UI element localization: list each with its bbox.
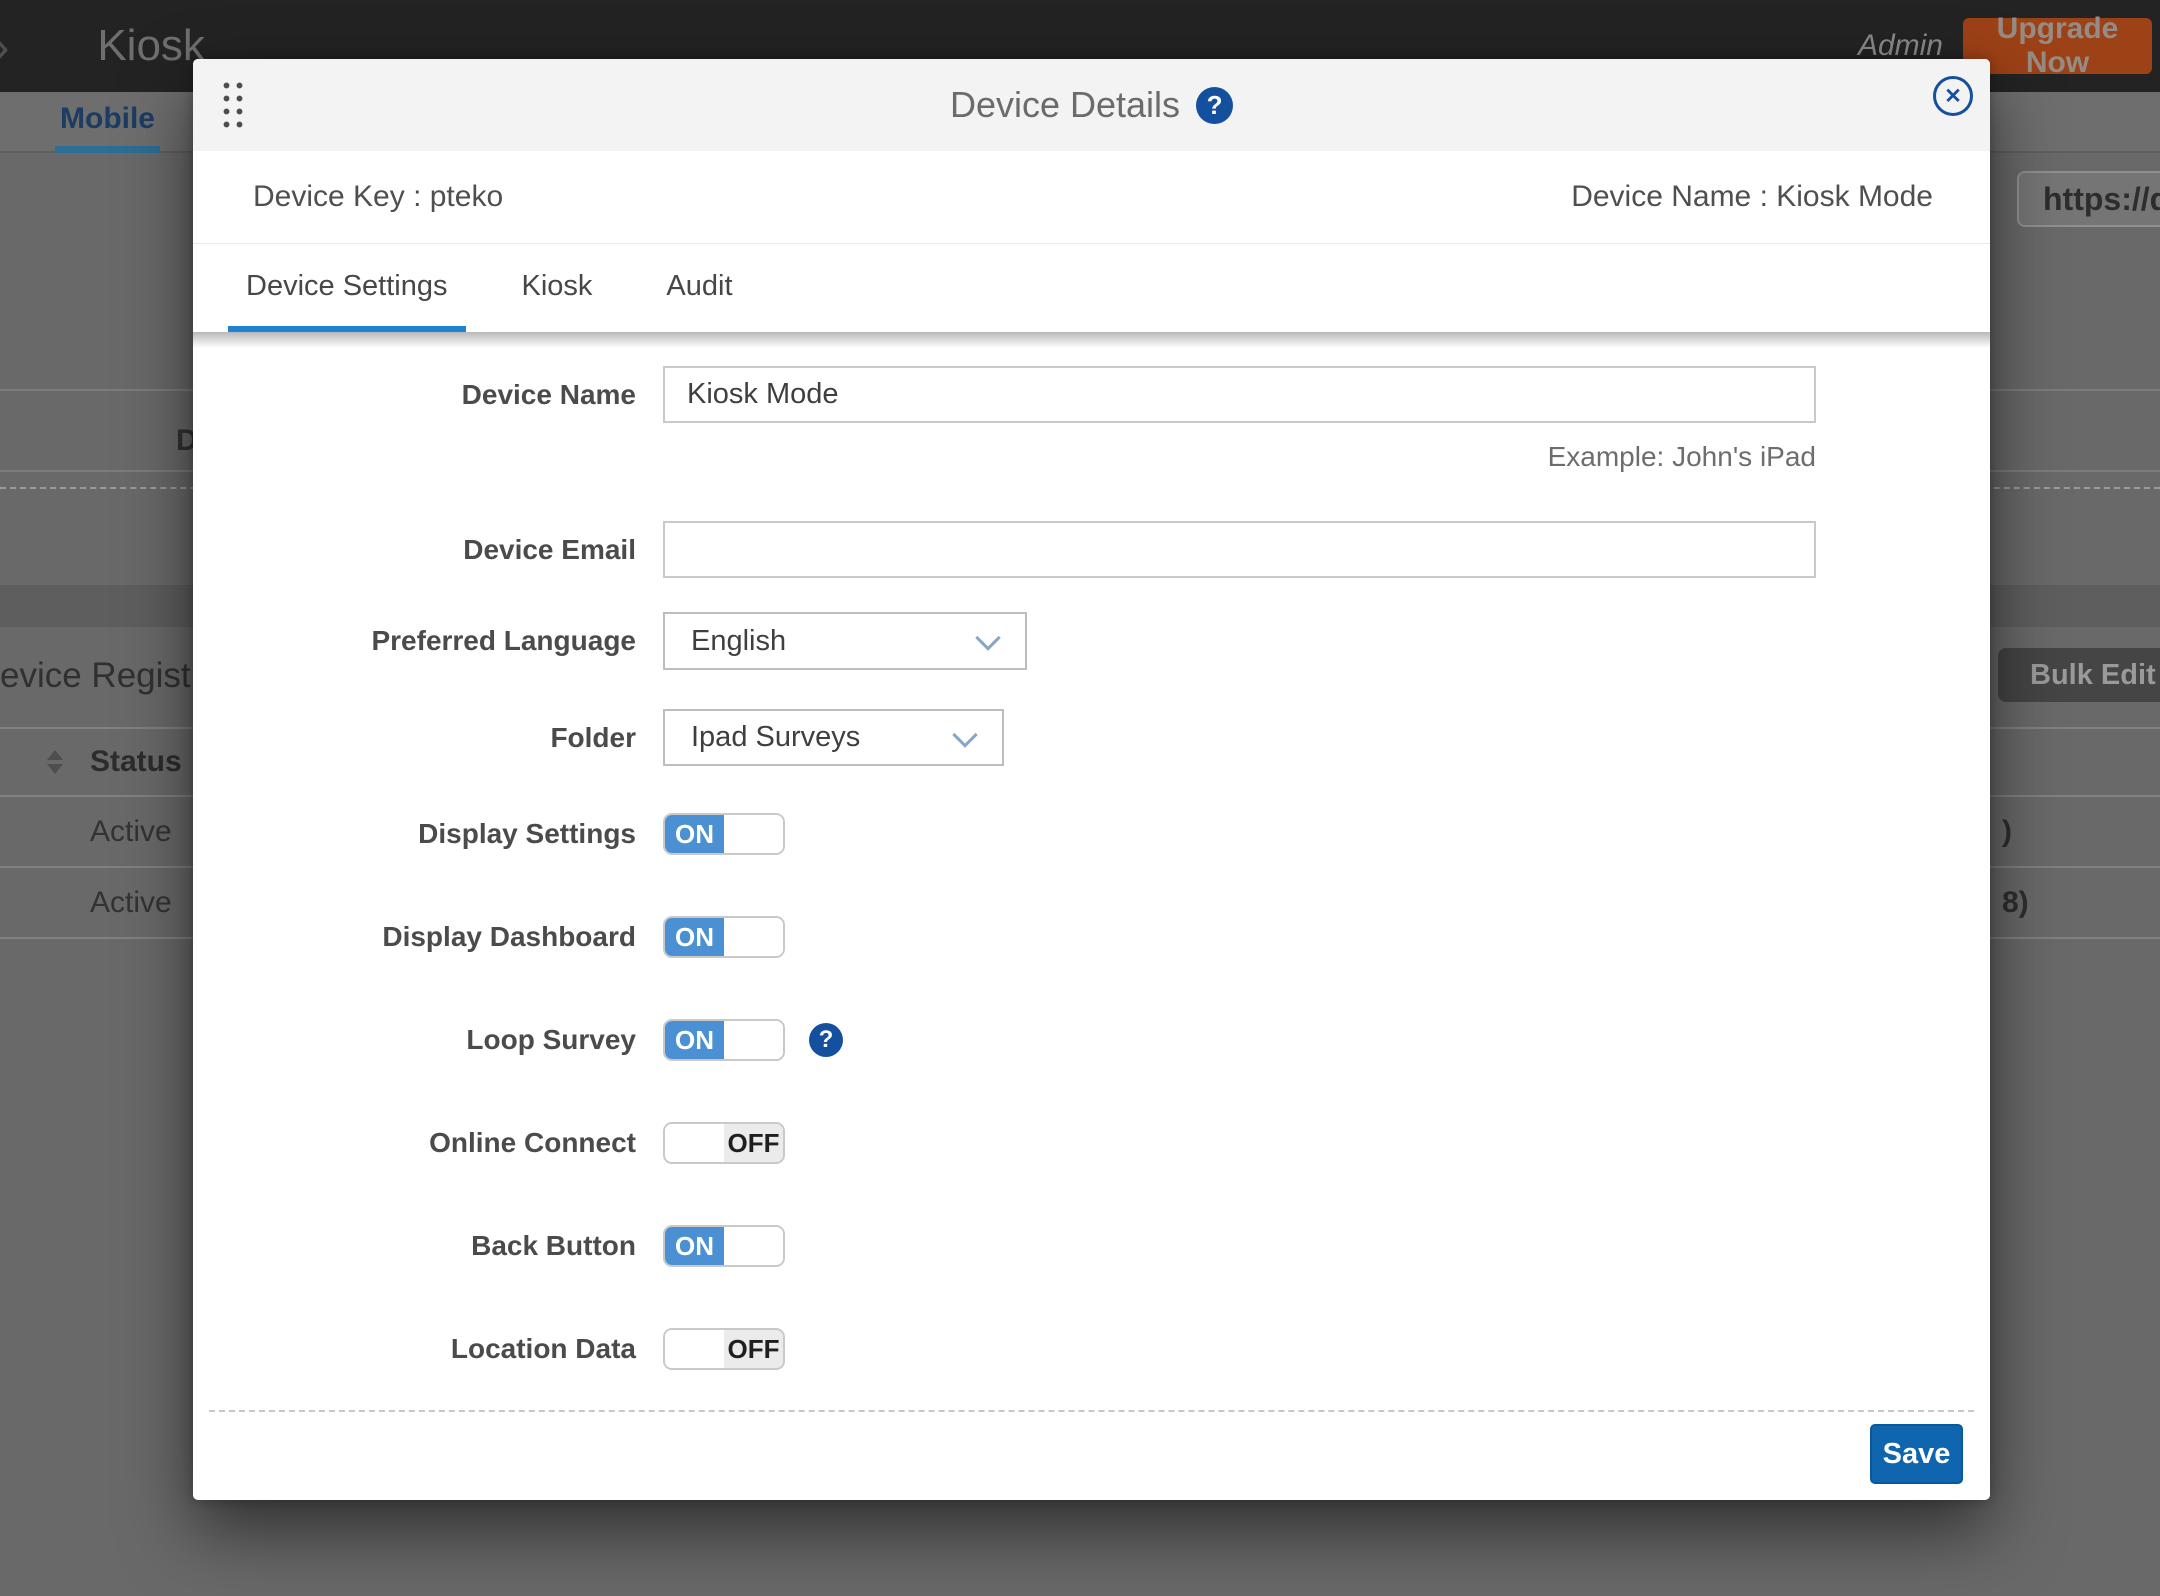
upgrade-now-button[interactable]: Upgrade Now xyxy=(1963,18,2152,74)
location-data-toggle[interactable]: OFF xyxy=(663,1328,785,1370)
device-name-label: Device Name xyxy=(193,379,663,411)
sort-icon[interactable] xyxy=(47,749,63,775)
device-name-text: Device Name : Kiosk Mode xyxy=(1571,180,1933,214)
help-icon[interactable]: ? xyxy=(1196,87,1233,124)
device-details-modal: Device Details ? ✕ Device Key : pteko De… xyxy=(193,59,1990,1500)
online-connect-label: Online Connect xyxy=(193,1127,663,1159)
chevron-down-icon xyxy=(975,625,1000,650)
status-cell: Active xyxy=(90,815,172,849)
device-email-input[interactable] xyxy=(663,521,1816,578)
preferred-language-value: English xyxy=(691,625,786,658)
display-settings-label: Display Settings xyxy=(193,818,663,850)
tab-device-settings[interactable]: Device Settings xyxy=(228,246,466,332)
preferred-language-select[interactable]: English xyxy=(663,612,1027,670)
loop-survey-label: Loop Survey xyxy=(193,1024,663,1056)
location-data-label: Location Data xyxy=(193,1333,663,1365)
drag-handle-icon[interactable] xyxy=(220,79,246,131)
device-name-input[interactable] xyxy=(663,366,1816,423)
page: › Kiosk Admin Upgrade Now Mobile https:/… xyxy=(0,0,2160,1596)
modal-footer: Save xyxy=(209,1410,1974,1500)
tab-audit[interactable]: Audit xyxy=(648,246,750,332)
device-registration-heading: evice Registr xyxy=(0,656,202,696)
device-key-row: Device Key : pteko Device Name : Kiosk M… xyxy=(193,151,1990,244)
share-url-input[interactable]: https://qa. xyxy=(2017,171,2160,227)
row-fragment: 8) xyxy=(2002,886,2029,920)
chevron-down-icon xyxy=(952,722,977,747)
modal-header: Device Details ? ✕ xyxy=(193,59,1990,151)
page-title: Kiosk xyxy=(97,21,205,71)
preferred-language-label: Preferred Language xyxy=(193,625,663,657)
tab-mobile[interactable]: Mobile xyxy=(55,92,160,153)
status-column-header[interactable]: Status xyxy=(90,745,182,779)
device-email-label: Device Email xyxy=(193,534,663,566)
bulk-edit-devices-button[interactable]: Bulk Edit Dev xyxy=(1998,648,2160,702)
device-name-hint: Example: John's iPad xyxy=(663,442,1816,472)
display-dashboard-label: Display Dashboard xyxy=(193,921,663,953)
admin-menu[interactable]: Admin xyxy=(1858,29,1943,63)
online-connect-toggle[interactable]: OFF xyxy=(663,1122,785,1164)
loop-survey-help-icon[interactable]: ? xyxy=(809,1023,843,1057)
status-cell: Active xyxy=(90,886,172,920)
device-key-text: Device Key : pteko xyxy=(253,180,503,214)
tab-kiosk[interactable]: Kiosk xyxy=(504,246,611,332)
close-icon[interactable]: ✕ xyxy=(1933,76,1973,116)
breadcrumb-chevron-icon: › xyxy=(0,0,9,92)
modal-body: Device Name Example: John's iPad Device … xyxy=(193,332,1990,1370)
back-button-label: Back Button xyxy=(193,1230,663,1262)
display-settings-toggle[interactable]: ON xyxy=(663,813,785,855)
folder-value: Ipad Surveys xyxy=(691,721,860,754)
modal-tab-bar: Device Settings Kiosk Audit xyxy=(193,244,1990,332)
display-dashboard-toggle[interactable]: ON xyxy=(663,916,785,958)
folder-label: Folder xyxy=(193,722,663,754)
loop-survey-toggle[interactable]: ON xyxy=(663,1019,785,1061)
folder-select[interactable]: Ipad Surveys xyxy=(663,709,1004,766)
row-fragment: ) xyxy=(2002,815,2012,849)
back-button-toggle[interactable]: ON xyxy=(663,1225,785,1267)
modal-title: Device Details xyxy=(950,84,1180,126)
save-button[interactable]: Save xyxy=(1870,1424,1963,1484)
